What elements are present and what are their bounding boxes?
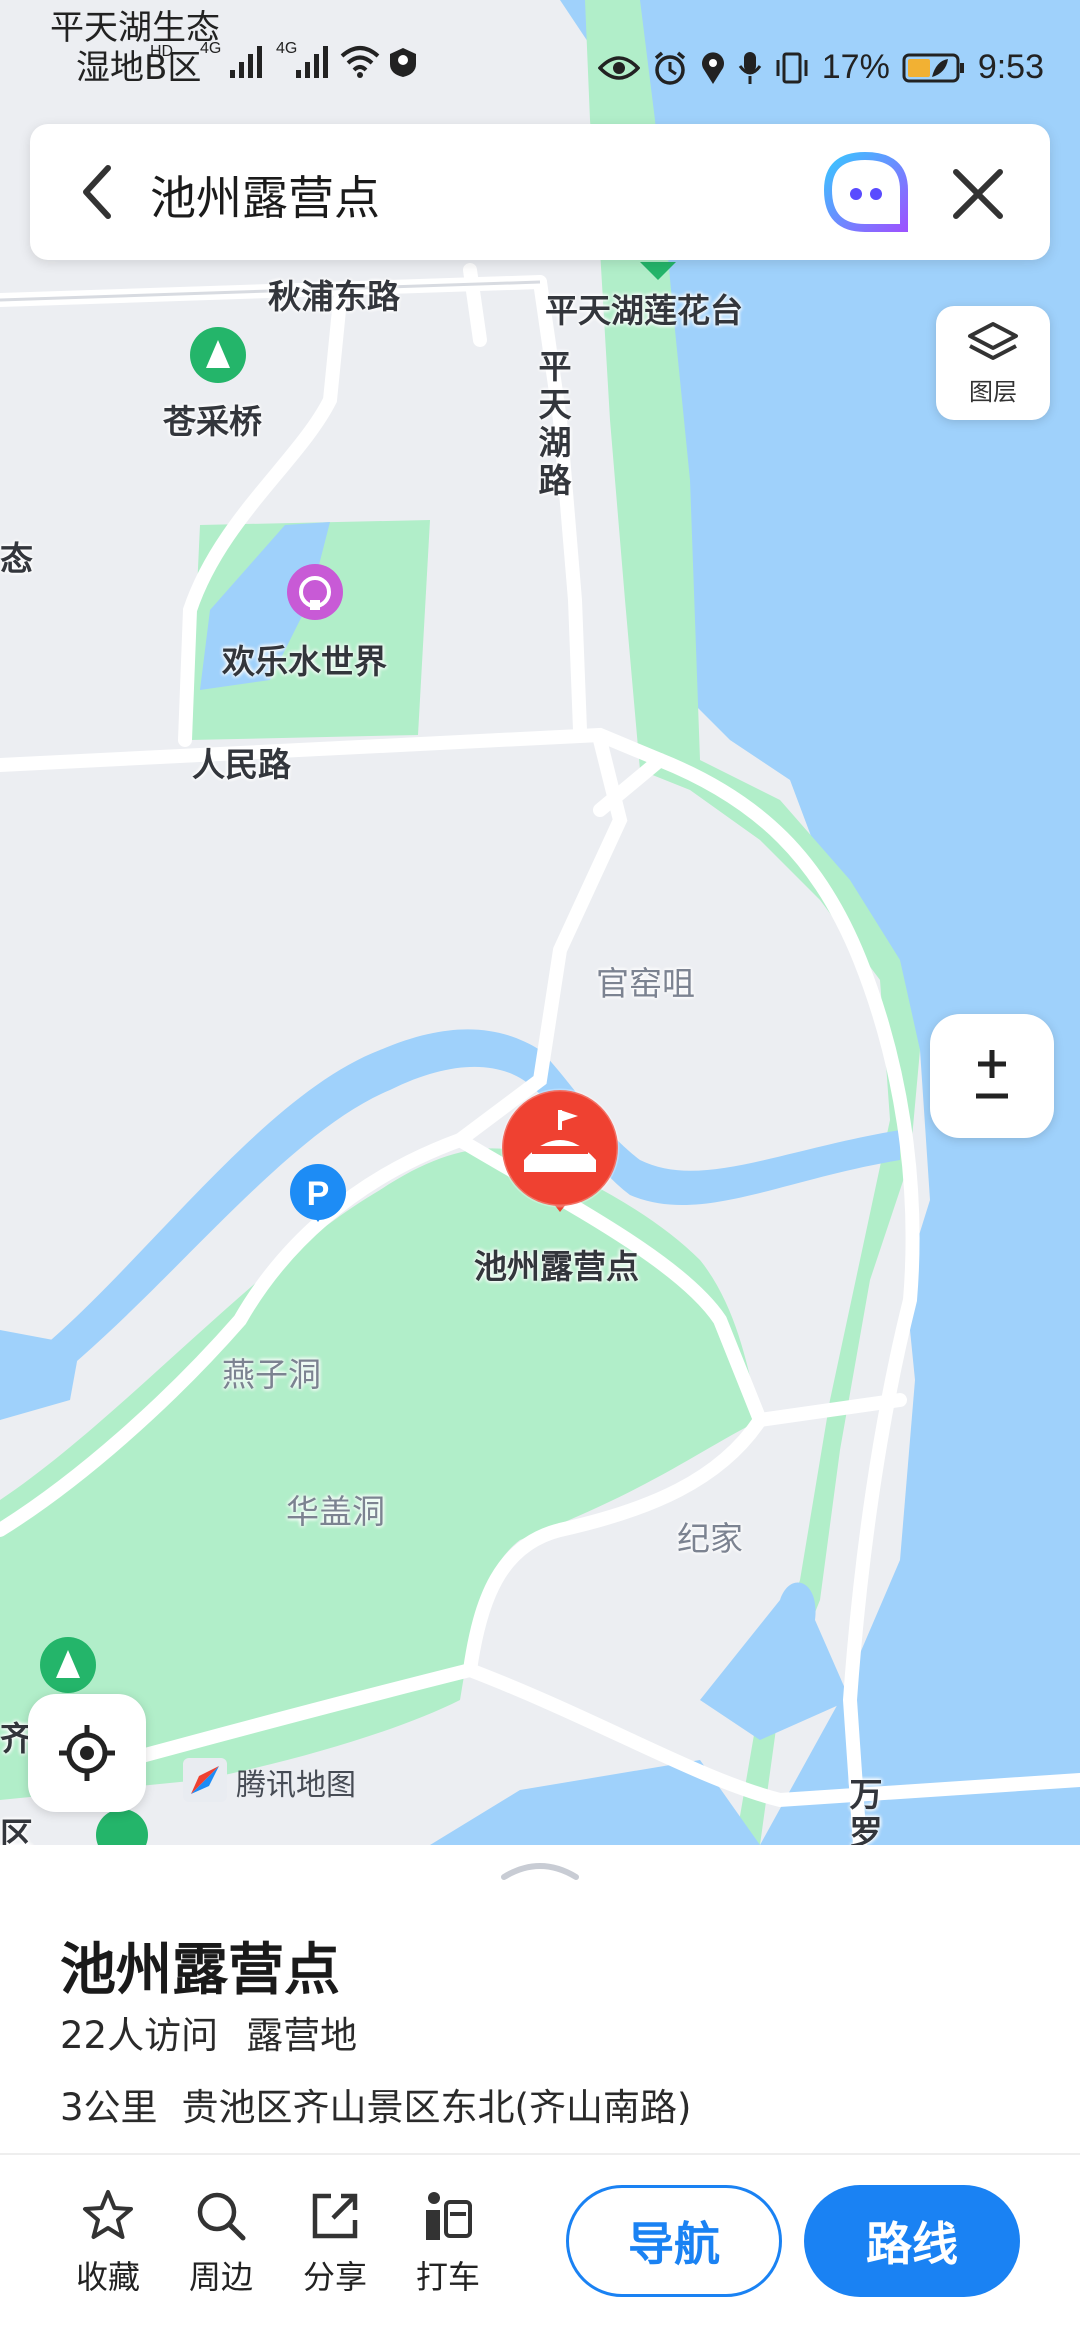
location-icon	[701, 51, 724, 84]
network-type-1: 4G	[200, 40, 222, 57]
area-label-jijia: 纪家	[677, 1519, 743, 1558]
wifi-icon	[340, 46, 380, 78]
place-category: 露营地	[246, 2014, 358, 2057]
area-label-huagai: 华盖洞	[286, 1492, 385, 1531]
close-icon[interactable]	[950, 166, 1006, 222]
ai-assistant-icon[interactable]	[820, 150, 910, 234]
layers-button[interactable]: 图层	[936, 306, 1050, 420]
battery-icon	[902, 53, 964, 82]
nearby-button[interactable]: 周边	[181, 2188, 261, 2298]
share-button[interactable]: 分享	[295, 2188, 375, 2298]
place-address: 贵池区齐山景区东北(齐山南路)	[181, 2086, 692, 2129]
favorite-button[interactable]: 收藏	[68, 2188, 148, 2298]
status-location-line1: 平天湖生态	[50, 8, 220, 48]
park-pin	[190, 327, 246, 383]
signal-icon	[230, 46, 262, 78]
attribution-text: 腾讯地图	[236, 1768, 356, 1803]
hd-indicator-1: HD	[150, 44, 173, 60]
place-meta: 22人访问 露营地	[60, 2005, 357, 2059]
layers-icon	[968, 322, 1018, 360]
road-label-pingtianhu: 平天湖路	[538, 347, 572, 500]
search-bar[interactable]: 池州露营点	[30, 124, 1050, 260]
share-label: 分享	[302, 2258, 367, 2296]
crosshair-icon	[59, 1725, 115, 1781]
map-canvas: P	[0, 0, 1080, 1845]
nearby-label: 周边	[188, 2258, 253, 2296]
locate-me-button[interactable]	[28, 1694, 146, 1812]
area-label-yanzi: 燕子洞	[222, 1355, 321, 1394]
zoom-button[interactable]	[930, 1014, 1054, 1138]
place-distance: 3公里	[60, 2086, 158, 2129]
clock: 9:53	[977, 48, 1044, 86]
signal-icon-2	[296, 46, 328, 78]
star-icon	[83, 2190, 133, 2239]
favorite-label: 收藏	[75, 2258, 140, 2296]
road-label-qiupu: 秋浦东路	[268, 277, 400, 316]
taxi-button[interactable]: 打车	[408, 2188, 488, 2298]
poi-label-lotus[interactable]: 平天湖莲花台	[545, 284, 743, 332]
area-label-wanluo: 万罗	[849, 1775, 883, 1846]
area-label-edge: 区	[0, 1815, 33, 1845]
map-attribution: 腾讯地图	[182, 1760, 356, 1804]
map-edge-label: 态	[0, 539, 33, 578]
search-icon	[197, 2192, 246, 2241]
status-bar: 平天湖生态 湿地B区 HD 4G 4G 17% 9:53	[0, 0, 1080, 130]
road-label-renmin: 人民路	[192, 745, 291, 784]
visit-count: 22人访问	[60, 2014, 219, 2057]
eye-icon	[597, 55, 640, 80]
svg-text:P: P	[307, 1175, 330, 1213]
alarm-icon	[654, 51, 685, 85]
status-location-line2: 湿地B区	[76, 48, 202, 88]
taxi-icon	[426, 2192, 472, 2240]
vpn-icon	[390, 48, 416, 77]
drag-handle[interactable]	[500, 1857, 580, 1881]
vibrate-icon	[776, 52, 808, 83]
layers-label: 图层	[969, 378, 1017, 406]
status-right-group: 17% 9:53	[597, 48, 1044, 87]
battery-percent: 17%	[821, 48, 890, 86]
poi-label-waterpark[interactable]: 欢乐水世界	[222, 635, 387, 683]
taxi-label: 打车	[415, 2258, 480, 2296]
search-query[interactable]: 池州露营点	[150, 162, 380, 228]
divider	[0, 2153, 1080, 2155]
navigate-button[interactable]: 导航	[566, 2185, 782, 2297]
poi-label-cangcaiqiao[interactable]: 苍采桥	[163, 395, 262, 443]
microphone-icon	[738, 51, 761, 84]
hd-label-1: HD	[150, 43, 174, 60]
place-detail-sheet[interactable]: 池州露营点 22人访问 露营地 3公里 贵池区齐山景区东北(齐山南路) 收藏 周边 …	[0, 1845, 1080, 2340]
status-location-label: 平天湖生态 湿地B区	[50, 8, 220, 88]
map-view[interactable]: P 秋浦东路 平天湖莲花台 平天湖路 苍采桥 态 欢乐水世界 人民路 官窑咀 池…	[0, 0, 1080, 1845]
area-label-guanyaoju: 官窑咀	[596, 964, 695, 1003]
zoom-plus-minus-icon	[976, 1050, 1008, 1099]
place-title: 池州露营点	[60, 1938, 340, 2003]
poi-label-selected[interactable]: 池州露营点	[474, 1240, 639, 1288]
chevron-left-icon[interactable]	[70, 162, 130, 222]
route-button[interactable]: 路线	[804, 2185, 1020, 2297]
place-address-row: 3公里 贵池区齐山景区东北(齐山南路)	[60, 2077, 691, 2131]
share-icon	[312, 2193, 358, 2239]
